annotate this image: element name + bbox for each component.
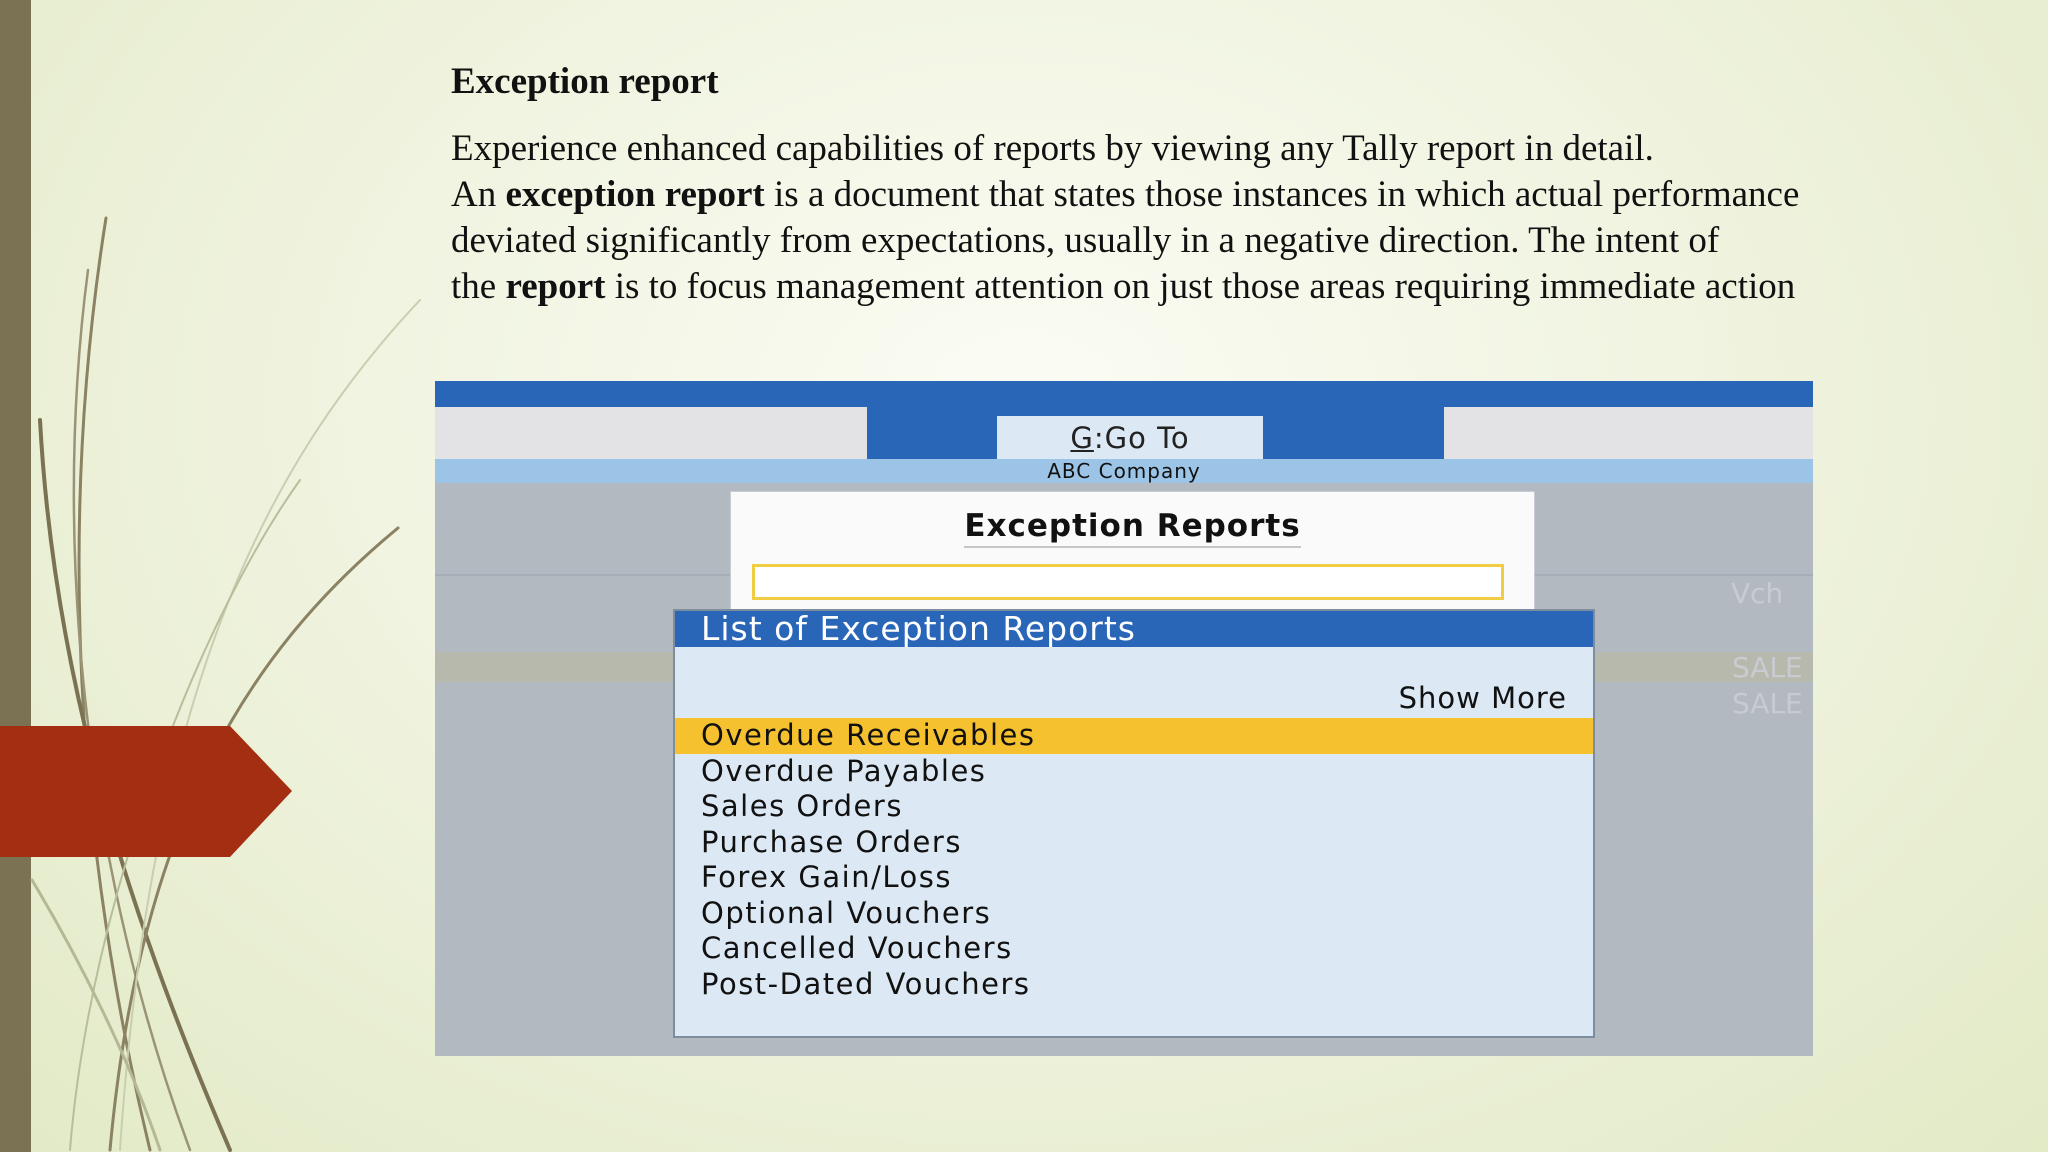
list-item-purchase-orders[interactable]: Purchase Orders	[675, 825, 1593, 861]
goto-button[interactable]: G:Go To	[997, 416, 1263, 460]
list-items: Overdue Receivables Overdue Payables Sal…	[675, 718, 1593, 1002]
tally-screenshot: G:Go To ABC Company Vch SALE SALE Except…	[435, 381, 1813, 1056]
list-header: List of Exception Reports	[675, 611, 1593, 647]
bg-sale-label: SALE	[1732, 687, 1803, 720]
report-search-input[interactable]	[752, 564, 1504, 600]
top-left-panel	[435, 407, 867, 459]
list-item-post-dated-vouchers[interactable]: Post-Dated Vouchers	[675, 967, 1593, 1003]
goto-key: G	[1070, 421, 1094, 455]
panel-title: Exception Reports	[731, 508, 1534, 548]
list-item-optional-vouchers[interactable]: Optional Vouchers	[675, 896, 1593, 932]
panel-title-text: Exception Reports	[964, 508, 1301, 548]
list-item-cancelled-vouchers[interactable]: Cancelled Vouchers	[675, 931, 1593, 967]
text-span: An	[451, 174, 506, 215]
bg-vch-label: Vch	[1731, 577, 1784, 610]
para-line-3: deviated significantly from expectations…	[451, 220, 1720, 261]
para-line-1: Experience enhanced capabilities of repo…	[451, 128, 1654, 169]
para-line-4: the report is to focus management attent…	[451, 264, 1951, 310]
red-arrow-tag	[0, 726, 292, 857]
decorative-curves	[30, 216, 421, 1152]
exception-reports-list: List of Exception Reports Show More Over…	[673, 609, 1595, 1038]
exception-reports-panel: Exception Reports	[730, 491, 1535, 623]
text-span: is a document that states those instance…	[764, 174, 1800, 215]
text-span: the	[451, 266, 506, 307]
bold-term: exception report	[505, 174, 765, 215]
show-more-button[interactable]: Show More	[1399, 681, 1567, 715]
bg-sale-label: SALE	[1732, 651, 1803, 684]
slide-paragraph: Experience enhanced capabilities of repo…	[451, 126, 1951, 310]
text-span: is to focus management attention on just…	[605, 266, 1796, 307]
top-right-panel	[1444, 407, 1813, 459]
list-item-overdue-receivables[interactable]: Overdue Receivables	[675, 718, 1593, 754]
list-item-sales-orders[interactable]: Sales Orders	[675, 789, 1593, 825]
company-bar: ABC Company	[435, 459, 1813, 483]
goto-label: :Go To	[1093, 421, 1190, 455]
list-item-forex-gain-loss[interactable]: Forex Gain/Loss	[675, 860, 1593, 896]
bold-term: report	[505, 266, 606, 307]
list-item-overdue-payables[interactable]: Overdue Payables	[675, 754, 1593, 790]
slide-title: Exception report	[451, 61, 719, 102]
para-line-2: An exception report is a document that s…	[451, 172, 1951, 218]
